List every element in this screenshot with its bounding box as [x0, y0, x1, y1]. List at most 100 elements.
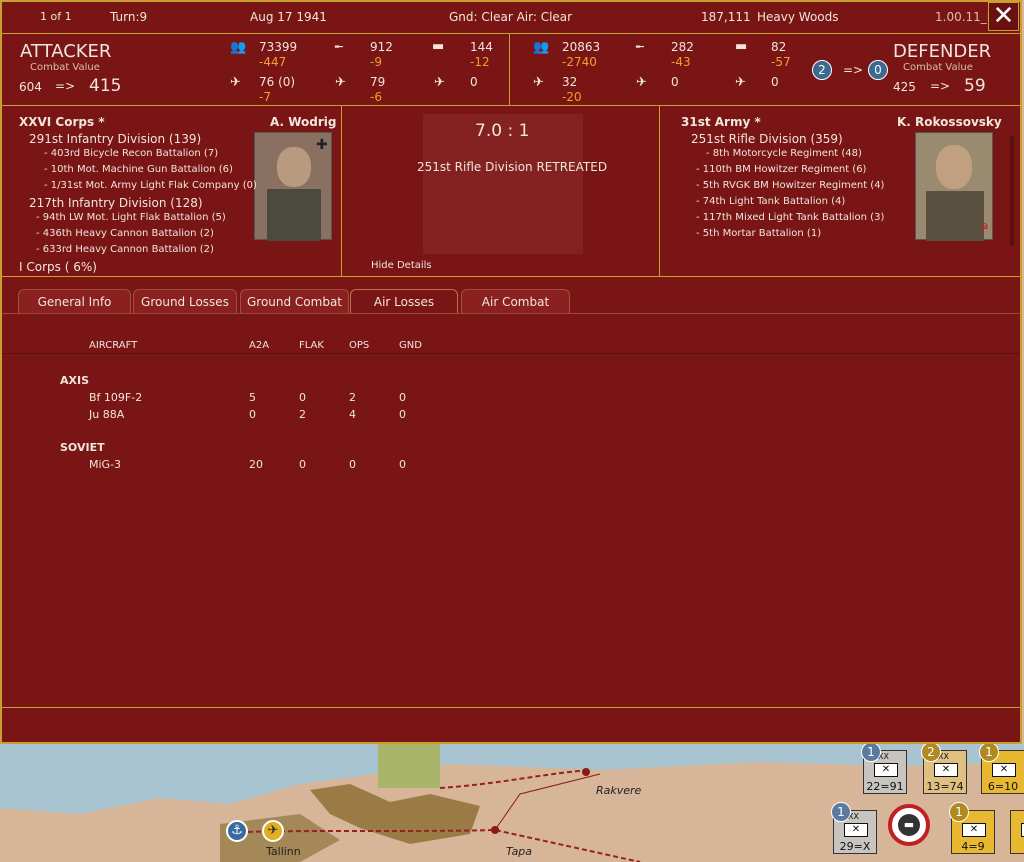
town-label: Tapa [506, 845, 533, 858]
unit-name[interactable]: 291st Infantry Division (139) [29, 132, 201, 146]
bomber-icon: ✈ [335, 75, 346, 90]
airfield-icon[interactable]: ✈ [262, 820, 284, 842]
side-heading: SOVIET [60, 441, 105, 454]
hide-details-button[interactable]: Hide Details [371, 260, 432, 271]
attacker-leader-name: A. Wodrig [270, 115, 337, 129]
unit-symbol-icon: ✕ [844, 823, 868, 837]
loss-value: 0 [249, 408, 256, 421]
hq-unit-counter[interactable]: ▬ [888, 804, 930, 846]
subunit-name[interactable]: - 5th Mortar Battalion (1) [696, 228, 821, 239]
unit-strength: 29=X [839, 840, 871, 853]
unit-symbol-icon: ✕ [874, 763, 898, 777]
gun-icon: ╾ [335, 40, 343, 55]
attacker-recon: 0 [470, 75, 478, 89]
column-header: A2A [249, 340, 270, 351]
unit-strength: 4=9 [961, 840, 985, 853]
port-anchor-icon[interactable]: ⚓ [226, 820, 248, 842]
defender-recon: 0 [771, 75, 779, 89]
recon-plane-icon: ✈ [434, 75, 445, 90]
attacker-afv-loss: -12 [470, 55, 490, 69]
unit-symbol-icon: ✕ [962, 823, 986, 837]
defender-units-box: 31st Army * K. Rokossovsky ☭ 251st Rifle… [661, 106, 1019, 276]
attacker-guns: 912 [370, 40, 393, 54]
attacker-afv: 144 [470, 40, 493, 54]
attacker-cv-to: 415 [89, 76, 122, 96]
unit-name[interactable]: 251st Rifle Division (359) [691, 132, 843, 146]
hex-location: 187,111 [701, 10, 751, 24]
subunit-name[interactable]: - 633rd Heavy Cannon Battalion (2) [36, 244, 214, 255]
subunit-name[interactable]: - 74th Light Tank Battalion (4) [696, 196, 845, 207]
divider [2, 707, 1020, 708]
subunit-name[interactable]: - 94th LW Mot. Light Flak Battalion (5) [36, 212, 226, 223]
divider [509, 33, 510, 105]
tab-air-combat[interactable]: Air Combat [461, 289, 570, 313]
divider [2, 353, 1020, 354]
combat-result-box: 7.0 : 1 251st Rifle Division RETREATED H… [343, 106, 660, 276]
loss-value: 20 [249, 458, 263, 471]
fighter-icon: ✈ [533, 75, 544, 90]
close-icon: ✕ [992, 1, 1015, 31]
tank-icon: ▬ [432, 39, 445, 54]
close-button[interactable]: ✕ [988, 2, 1019, 31]
defender-cv-label: Combat Value [903, 62, 973, 73]
unit-level-badge: 1 [949, 802, 969, 822]
defender-title: DEFENDER [893, 41, 992, 62]
loss-value: 0 [399, 458, 406, 471]
defender-leader-portrait[interactable]: ☭ [915, 132, 993, 241]
attacker-cv-arrow: => [55, 79, 76, 93]
tab-air-losses[interactable]: Air Losses [350, 289, 458, 313]
subunit-name[interactable]: - 1/31st Mot. Army Light Flak Company (0… [44, 180, 257, 191]
subunit-name[interactable]: - 403rd Bicycle Recon Battalion (7) [44, 148, 218, 159]
column-header: AIRCRAFT [89, 340, 138, 351]
unit-counter[interactable]: ✕8 [1010, 810, 1024, 854]
defender-men: 20863 [562, 40, 601, 54]
attacker-guns-loss: -9 [370, 55, 382, 69]
defender-fighters-loss: -20 [562, 90, 582, 104]
defender-bombers: 0 [671, 75, 679, 89]
infantry-icon: 👥 [230, 40, 247, 55]
tab-ground-combat[interactable]: Ground Combat [240, 289, 349, 313]
tab-general-info[interactable]: General Info [18, 289, 131, 313]
subunit-name[interactable]: - 5th RVGK BM Howitzer Regiment (4) [696, 180, 884, 191]
subunit-name[interactable]: - 10th Mot. Machine Gun Battalion (6) [44, 164, 233, 175]
terrain-label: Heavy Woods [757, 10, 839, 24]
attacker-men: 73399 [259, 40, 298, 54]
attacker-hq[interactable]: XXVI Corps * [19, 115, 105, 129]
aircraft-name: Bf 109F-2 [89, 391, 143, 404]
loss-value: 5 [249, 391, 256, 404]
defender-fighters: 32 [562, 75, 578, 89]
unit-name[interactable]: 217th Infantry Division (128) [29, 196, 203, 210]
unit-strength: 13=74 [926, 780, 964, 793]
subunit-name[interactable]: - 436th Heavy Cannon Battalion (2) [36, 228, 214, 239]
attacker-fighters-loss: -7 [259, 90, 271, 104]
loss-value: 0 [349, 458, 356, 471]
loss-value: 2 [349, 391, 356, 404]
defender-cv-arrow: => [930, 79, 951, 93]
date-label: Aug 17 1941 [250, 10, 327, 24]
column-header: OPS [349, 340, 370, 351]
tab-ground-losses[interactable]: Ground Losses [133, 289, 237, 313]
loss-value: 4 [349, 408, 356, 421]
loss-value: 0 [299, 458, 306, 471]
gun-icon: ╾ [636, 40, 644, 55]
loss-value: 0 [399, 391, 406, 404]
infantry-icon: 👥 [533, 40, 550, 55]
divider [2, 33, 1020, 34]
defender-afv-loss: -57 [771, 55, 791, 69]
defender-cv-to: 59 [964, 76, 986, 96]
defender-hq[interactable]: 31st Army * [681, 115, 761, 129]
page-indicator: 1 of 1 [40, 10, 72, 23]
recon-plane-icon: ✈ [735, 75, 746, 90]
subunit-name[interactable]: - 117th Mixed Light Tank Battalion (3) [696, 212, 884, 223]
subunit-name[interactable]: - 110th BM Howitzer Regiment (6) [696, 164, 866, 175]
unit-strength: 8 [1011, 840, 1024, 853]
map-area[interactable]: Rakvere Tallinn Tapa ⚓ ✈ ▬ XX ✕ 22=91 1 XX ✕ 1… [0, 744, 1024, 862]
scrollbar[interactable] [1010, 136, 1014, 246]
unit-name[interactable]: I Corps ( 6%) [19, 260, 97, 274]
loss-value: 2 [299, 408, 306, 421]
attacker-leader-portrait[interactable]: ✚ [254, 132, 332, 241]
tank-icon: ▬ [898, 814, 920, 836]
subunit-name[interactable]: - 8th Motorcycle Regiment (48) [706, 148, 862, 159]
unit-level-badge: 1 [831, 802, 851, 822]
attacker-units-box: XXVI Corps * A. Wodrig ✚ 291st Infantry … [2, 106, 342, 276]
